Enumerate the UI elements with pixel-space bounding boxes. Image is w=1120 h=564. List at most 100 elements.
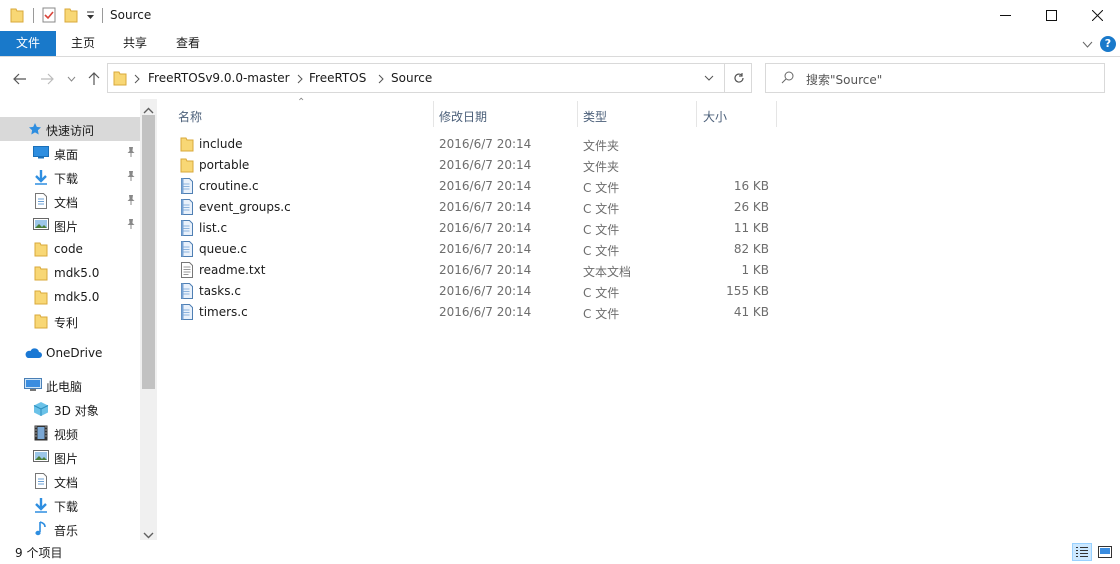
file-name: readme.txt	[199, 263, 266, 277]
item-count: 9 个项目	[15, 546, 63, 560]
pin-icon[interactable]	[126, 218, 136, 233]
recent-locations-button[interactable]	[62, 70, 80, 88]
file-row[interactable]: tasks.c 2016/6/7 20:14 C 文件 155 KB	[177, 281, 797, 302]
sidebar-item-label: 图片	[54, 220, 79, 234]
pin-icon[interactable]	[126, 146, 136, 161]
computer-icon	[24, 377, 42, 396]
maximize-button[interactable]	[1028, 0, 1074, 31]
sidebar-item-this-pc[interactable]: 此电脑	[0, 373, 140, 397]
column-label: 大小	[703, 110, 728, 124]
address-history-button[interactable]	[696, 64, 722, 92]
sidebar-item-videos[interactable]: 视频	[0, 421, 140, 445]
desktop-icon	[33, 145, 49, 162]
divider	[33, 8, 34, 23]
cloud-icon	[24, 347, 42, 362]
sidebar-item-music[interactable]: 音乐	[0, 517, 140, 540]
sidebar-item-downloads[interactable]: 下载	[0, 165, 140, 189]
sidebar-item-quick-access[interactable]: 快速访问	[0, 117, 140, 141]
sidebar-item-label: 快速访问	[46, 124, 95, 138]
sidebar-item-documents[interactable]: 文档	[0, 189, 140, 213]
file-row[interactable]: timers.c 2016/6/7 20:14 C 文件 41 KB	[177, 302, 797, 323]
sidebar-item-pictures[interactable]: 图片	[0, 445, 140, 469]
sidebar-item-label: 下载	[54, 500, 79, 514]
customize-toolbar-icon[interactable]	[86, 10, 95, 24]
sidebar-item-patent[interactable]: 专利	[0, 309, 140, 333]
sidebar-item-3d-objects[interactable]: 3D 对象	[0, 397, 140, 421]
file-name: event_groups.c	[199, 200, 291, 214]
folder-icon	[34, 313, 48, 332]
file-date: 2016/6/7 20:14	[439, 158, 532, 172]
c-file-icon	[180, 178, 194, 197]
folder-icon[interactable]	[10, 7, 24, 26]
pin-icon[interactable]	[126, 194, 136, 209]
large-icons-view-button[interactable]	[1095, 543, 1115, 561]
up-button[interactable]	[85, 70, 103, 88]
music-note-icon	[35, 521, 47, 540]
chevron-right-icon[interactable]	[297, 73, 303, 87]
minimize-button[interactable]	[982, 0, 1028, 31]
forward-button[interactable]	[38, 70, 56, 88]
text-file-icon	[180, 262, 194, 281]
address-bar[interactable]: FreeRTOSv9.0.0-master FreeRTOS Source	[107, 63, 752, 93]
large-icons-view-icon	[1098, 546, 1112, 558]
sidebar-item-documents[interactable]: 文档	[0, 469, 140, 493]
sidebar-item-downloads[interactable]: 下载	[0, 493, 140, 517]
back-button[interactable]	[11, 70, 29, 88]
column-label: 修改日期	[439, 110, 488, 124]
column-header-size[interactable]: 大小	[697, 99, 777, 129]
file-row[interactable]: queue.c 2016/6/7 20:14 C 文件 82 KB	[177, 239, 797, 260]
column-header-type[interactable]: 类型	[578, 99, 696, 129]
file-row[interactable]: event_groups.c 2016/6/7 20:14 C 文件 26 KB	[177, 197, 797, 218]
file-type: C 文件	[583, 244, 620, 258]
column-header-date[interactable]: 修改日期	[434, 99, 577, 129]
sidebar-item-label: 文档	[54, 196, 79, 210]
pin-icon[interactable]	[126, 170, 136, 185]
new-folder-icon[interactable]	[64, 7, 78, 26]
file-type: C 文件	[583, 307, 620, 321]
cube-icon	[33, 401, 49, 420]
file-type: C 文件	[583, 223, 620, 237]
tab-share[interactable]: 共享	[110, 31, 160, 56]
sidebar-item-desktop[interactable]: 桌面	[0, 141, 140, 165]
sidebar-item-label: 下载	[54, 172, 79, 186]
file-row[interactable]: include 2016/6/7 20:14 文件夹	[177, 134, 797, 155]
file-row[interactable]: readme.txt 2016/6/7 20:14 文本文档 1 KB	[177, 260, 797, 281]
file-date: 2016/6/7 20:14	[439, 221, 532, 235]
expand-ribbon-icon[interactable]	[1082, 38, 1093, 52]
chevron-right-icon[interactable]	[134, 73, 140, 87]
details-view-icon	[1076, 547, 1088, 557]
sidebar-item-pictures[interactable]: 图片	[0, 213, 140, 237]
sidebar-item-code[interactable]: code	[0, 237, 140, 261]
search-box[interactable]: 搜索"Source"	[765, 63, 1105, 93]
breadcrumb-segment[interactable]: FreeRTOS	[309, 71, 366, 85]
properties-icon[interactable]	[42, 7, 56, 26]
file-row[interactable]: list.c 2016/6/7 20:14 C 文件 11 KB	[177, 218, 797, 239]
file-row[interactable]: croutine.c 2016/6/7 20:14 C 文件 16 KB	[177, 176, 797, 197]
column-divider[interactable]	[776, 101, 777, 127]
breadcrumb-segment[interactable]: Source	[391, 71, 432, 85]
file-row[interactable]: portable 2016/6/7 20:14 文件夹	[177, 155, 797, 176]
file-name: include	[199, 137, 243, 151]
help-icon[interactable]: ?	[1100, 36, 1116, 52]
breadcrumb-segment[interactable]: FreeRTOSv9.0.0-master	[148, 71, 290, 85]
file-date: 2016/6/7 20:14	[439, 263, 532, 277]
column-header-name[interactable]: ⌃ 名称	[157, 97, 434, 129]
tab-home[interactable]: 主页	[58, 31, 108, 56]
details-view-button[interactable]	[1072, 543, 1092, 561]
arrow-left-icon	[13, 73, 26, 85]
sidebar-scrollbar[interactable]	[140, 99, 157, 540]
tab-view[interactable]: 查看	[163, 31, 213, 56]
chevron-right-icon[interactable]	[378, 73, 384, 87]
maximize-icon	[1045, 10, 1057, 21]
tab-file[interactable]: 文件	[0, 31, 56, 56]
scrollbar-thumb[interactable]	[142, 115, 155, 389]
file-name: croutine.c	[199, 179, 259, 193]
file-list: ⌃ 名称 修改日期 类型 大小 include 2016/6/7 20:14 文件夹…	[157, 97, 1120, 540]
sidebar-item-mdk5-0[interactable]: mdk5.0	[0, 261, 140, 285]
file-name: timers.c	[199, 305, 248, 319]
search-input[interactable]: 搜索"Source"	[806, 71, 882, 88]
close-button[interactable]	[1074, 0, 1120, 31]
sidebar-item-mdk5-0[interactable]: mdk5.0	[0, 285, 140, 309]
refresh-button[interactable]	[724, 64, 752, 92]
sidebar-item-onedrive[interactable]: OneDrive	[0, 341, 140, 365]
